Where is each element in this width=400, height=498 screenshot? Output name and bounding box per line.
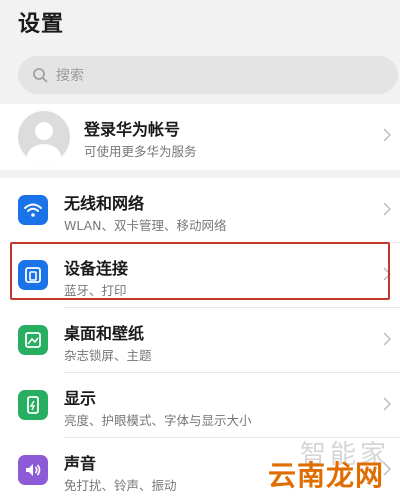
sound-icon — [18, 455, 48, 485]
device-connect-icon — [18, 260, 48, 290]
wifi-icon — [18, 195, 48, 225]
settings-item-title: 设备连接 — [64, 259, 129, 278]
wallpaper-icon — [18, 325, 48, 355]
search-input[interactable]: 搜索 — [18, 56, 398, 94]
settings-item-title: 桌面和壁纸 — [64, 324, 145, 343]
chevron-right-icon — [383, 128, 392, 142]
chevron-right-icon — [383, 397, 392, 411]
chevron-right-icon — [383, 202, 392, 216]
account-row[interactable]: 登录华为帐号 可使用更多华为服务 — [0, 104, 400, 170]
settings-item-title: 声音 — [64, 454, 97, 473]
settings-item-title: 无线和网络 — [64, 194, 145, 213]
settings-item-subtitle: 亮度、护眼模式、字体与显示大小 — [64, 413, 252, 428]
account-subtitle: 可使用更多华为服务 — [84, 144, 197, 159]
page-title: 设置 — [18, 12, 65, 37]
settings-item-display[interactable]: 显示 亮度、护眼模式、字体与显示大小 — [0, 373, 400, 437]
settings-item-wireless[interactable]: 无线和网络 WLAN、双卡管理、移动网络 — [0, 178, 400, 242]
avatar-icon — [27, 122, 61, 163]
settings-item-wallpaper[interactable]: 桌面和壁纸 杂志锁屏、主题 — [0, 308, 400, 372]
watermark-logo-text: 云南龙网 — [268, 459, 385, 492]
display-icon — [18, 390, 48, 420]
search-placeholder: 搜索 — [56, 68, 84, 84]
search-icon — [33, 68, 48, 83]
settings-item-subtitle: 免打扰、铃声、振动 — [64, 478, 177, 493]
settings-item-subtitle: 蓝牙、打印 — [64, 283, 127, 298]
settings-item-subtitle: WLAN、双卡管理、移动网络 — [64, 218, 227, 233]
account-title: 登录华为帐号 — [84, 120, 181, 139]
settings-item-device-connection[interactable]: 设备连接 蓝牙、打印 — [0, 243, 400, 307]
settings-item-subtitle: 杂志锁屏、主题 — [64, 348, 152, 363]
chevron-right-icon — [383, 332, 392, 346]
avatar — [18, 111, 70, 163]
chevron-right-icon — [383, 267, 392, 281]
settings-item-title: 显示 — [64, 389, 97, 408]
